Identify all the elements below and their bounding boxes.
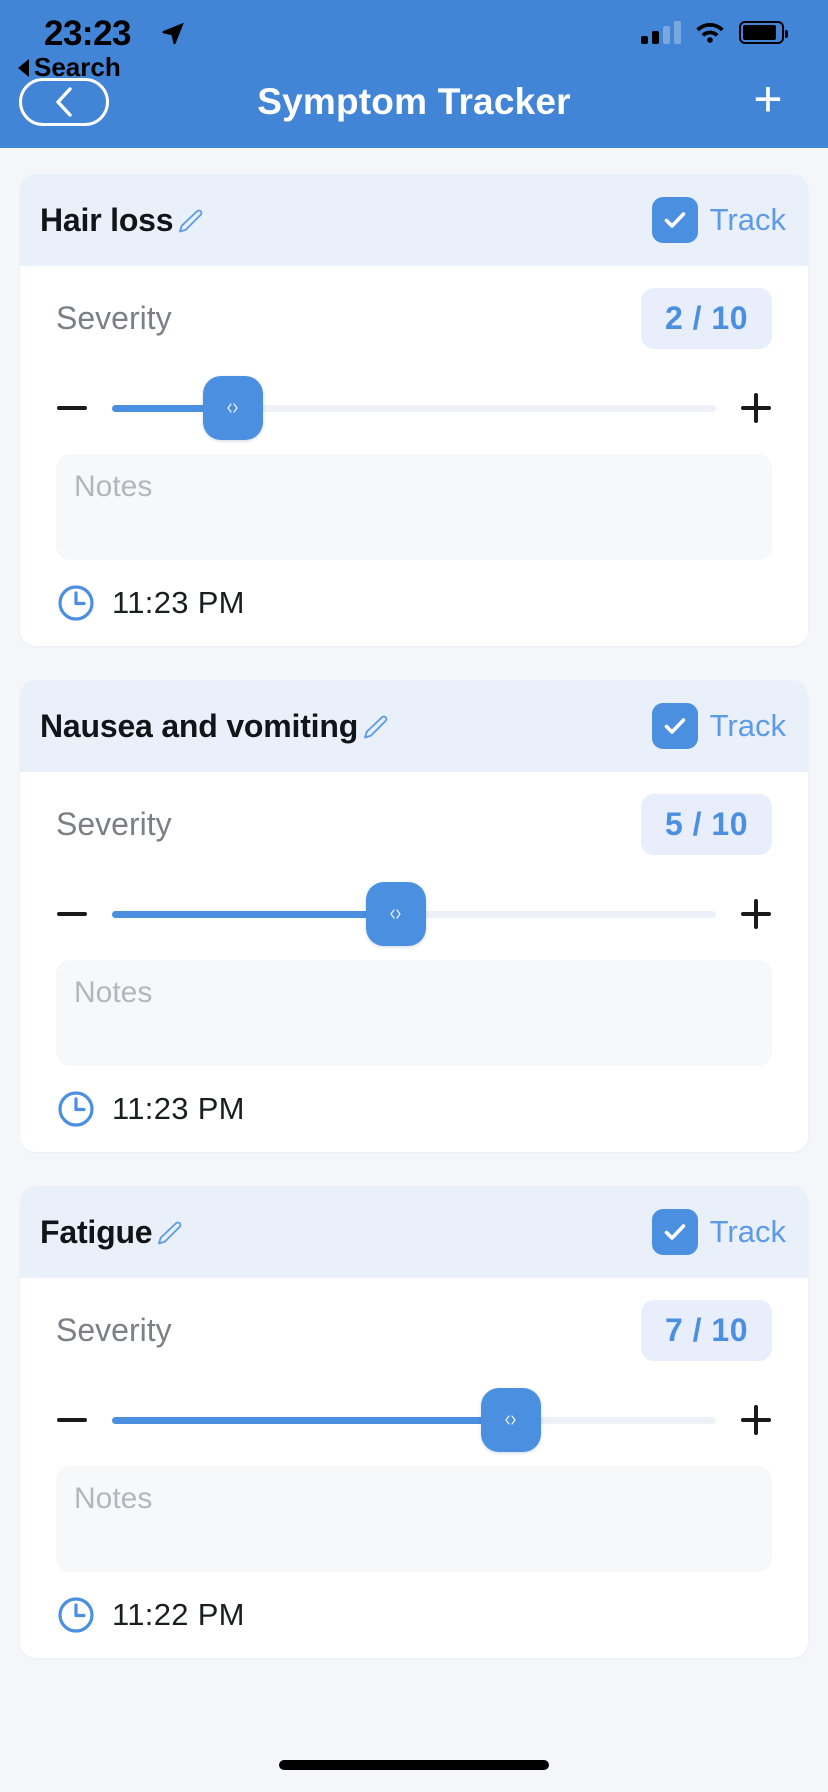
symptom-card-body: Severity 2 / 10 Notes 11:23 PM (20, 266, 808, 646)
minus-icon (57, 1418, 87, 1422)
track-label: Track (709, 1214, 786, 1249)
track-checkbox[interactable] (651, 703, 698, 749)
symptom-name: Hair loss (40, 201, 174, 238)
severity-label: Severity (56, 1311, 172, 1348)
status-bar-icons (641, 20, 788, 44)
symptom-name: Nausea and vomiting (40, 707, 359, 744)
track-checkbox[interactable] (651, 1209, 698, 1255)
clock-icon (58, 1597, 94, 1633)
notes-placeholder: Notes (74, 976, 153, 1009)
symptom-list[interactable]: Hair loss Track Severity 2 / 10 Notes 11… (0, 148, 828, 1792)
app-screen: 23:23 Search Symptom Tracker + Hair loss… (0, 0, 828, 1792)
decrement-button[interactable] (50, 1398, 94, 1442)
notes-field[interactable]: Notes (56, 960, 772, 1066)
track-checkbox[interactable] (651, 197, 698, 243)
notes-placeholder: Notes (74, 470, 153, 503)
symptom-card: Fatigue Track Severity 7 / 10 Notes 11:2… (20, 1186, 808, 1658)
checkmark-icon (664, 1224, 685, 1240)
symptom-card-header: Nausea and vomiting Track (20, 680, 808, 772)
slider-thumb[interactable] (202, 376, 263, 440)
symptom-name: Fatigue (40, 1213, 153, 1250)
severity-row: Severity 5 / 10 (40, 772, 788, 876)
plus-icon-vertical (754, 899, 758, 929)
increment-button[interactable] (734, 892, 778, 936)
severity-slider[interactable] (112, 882, 716, 946)
symptom-name-group[interactable]: Nausea and vomiting (40, 708, 390, 745)
timestamp-row[interactable]: 11:23 PM (40, 1066, 788, 1152)
location-arrow-icon (162, 22, 184, 45)
timestamp-text: 11:23 PM (112, 585, 245, 620)
plus-icon-vertical (754, 1405, 758, 1435)
decrement-button[interactable] (50, 386, 94, 430)
severity-row: Severity 7 / 10 (40, 1278, 788, 1382)
severity-value-badge: 5 / 10 (640, 793, 772, 855)
left-right-chevrons-icon (505, 1415, 516, 1425)
slider-thumb[interactable] (480, 1388, 541, 1452)
severity-row: Severity 2 / 10 (40, 266, 788, 370)
track-toggle[interactable]: Track (651, 703, 786, 749)
severity-value-badge: 7 / 10 (640, 1299, 772, 1361)
add-button-label: + (753, 71, 783, 127)
symptom-name-group[interactable]: Fatigue (40, 1214, 184, 1251)
left-right-chevrons-icon (390, 909, 401, 919)
status-bar: 23:23 (0, 0, 828, 62)
checkmark-icon (664, 718, 685, 734)
cellular-signal-icon (641, 20, 681, 44)
timestamp-text: 11:23 PM (112, 1091, 245, 1126)
slider-track-fill (112, 910, 396, 918)
timestamp-text: 11:22 PM (112, 1597, 245, 1632)
severity-slider-row (40, 1382, 788, 1458)
timestamp-row[interactable]: 11:23 PM (40, 560, 788, 646)
severity-slider-row (40, 876, 788, 952)
left-right-chevrons-icon (227, 403, 238, 413)
track-toggle[interactable]: Track (651, 1209, 786, 1255)
slider-thumb[interactable] (365, 882, 426, 946)
clock-icon (58, 585, 94, 621)
navigation-bar: Symptom Tracker + (0, 62, 828, 148)
increment-button[interactable] (734, 1398, 778, 1442)
battery-icon (739, 20, 788, 44)
notes-placeholder: Notes (74, 1482, 153, 1515)
symptom-card-body: Severity 5 / 10 Notes 11:23 PM (20, 772, 808, 1152)
wifi-icon (696, 23, 724, 43)
severity-slider-row (40, 370, 788, 446)
pencil-edit-icon[interactable] (175, 207, 205, 237)
add-symptom-button[interactable]: + (744, 74, 792, 126)
symptom-card: Nausea and vomiting Track Severity 5 / 1… (20, 680, 808, 1152)
pencil-edit-icon[interactable] (360, 713, 390, 743)
minus-icon (57, 406, 87, 410)
clock-icon (58, 1091, 94, 1127)
track-toggle[interactable]: Track (651, 197, 786, 243)
timestamp-row[interactable]: 11:22 PM (40, 1572, 788, 1658)
status-bar-time: 23:23 (44, 14, 132, 53)
notes-field[interactable]: Notes (56, 454, 772, 560)
home-indicator[interactable] (279, 1760, 549, 1770)
notes-field[interactable]: Notes (56, 1466, 772, 1572)
pencil-edit-icon[interactable] (154, 1219, 184, 1249)
symptom-card-header: Hair loss Track (20, 174, 808, 266)
symptom-card: Hair loss Track Severity 2 / 10 Notes 11… (20, 174, 808, 646)
page-title: Symptom Tracker (257, 81, 571, 122)
severity-value-badge: 2 / 10 (640, 287, 772, 349)
severity-slider[interactable] (112, 1388, 716, 1452)
symptom-card-body: Severity 7 / 10 Notes 11:22 PM (20, 1278, 808, 1658)
severity-label: Severity (56, 805, 172, 842)
increment-button[interactable] (734, 386, 778, 430)
track-label: Track (709, 202, 786, 237)
plus-icon-vertical (754, 393, 758, 423)
symptom-name-group[interactable]: Hair loss (40, 202, 205, 239)
severity-label: Severity (56, 299, 172, 336)
slider-track-fill (112, 1416, 511, 1424)
symptom-card-header: Fatigue Track (20, 1186, 808, 1278)
decrement-button[interactable] (50, 892, 94, 936)
track-label: Track (709, 708, 786, 743)
severity-slider[interactable] (112, 376, 716, 440)
checkmark-icon (664, 212, 685, 228)
app-header: 23:23 Search Symptom Tracker + (0, 0, 828, 148)
minus-icon (57, 912, 87, 916)
